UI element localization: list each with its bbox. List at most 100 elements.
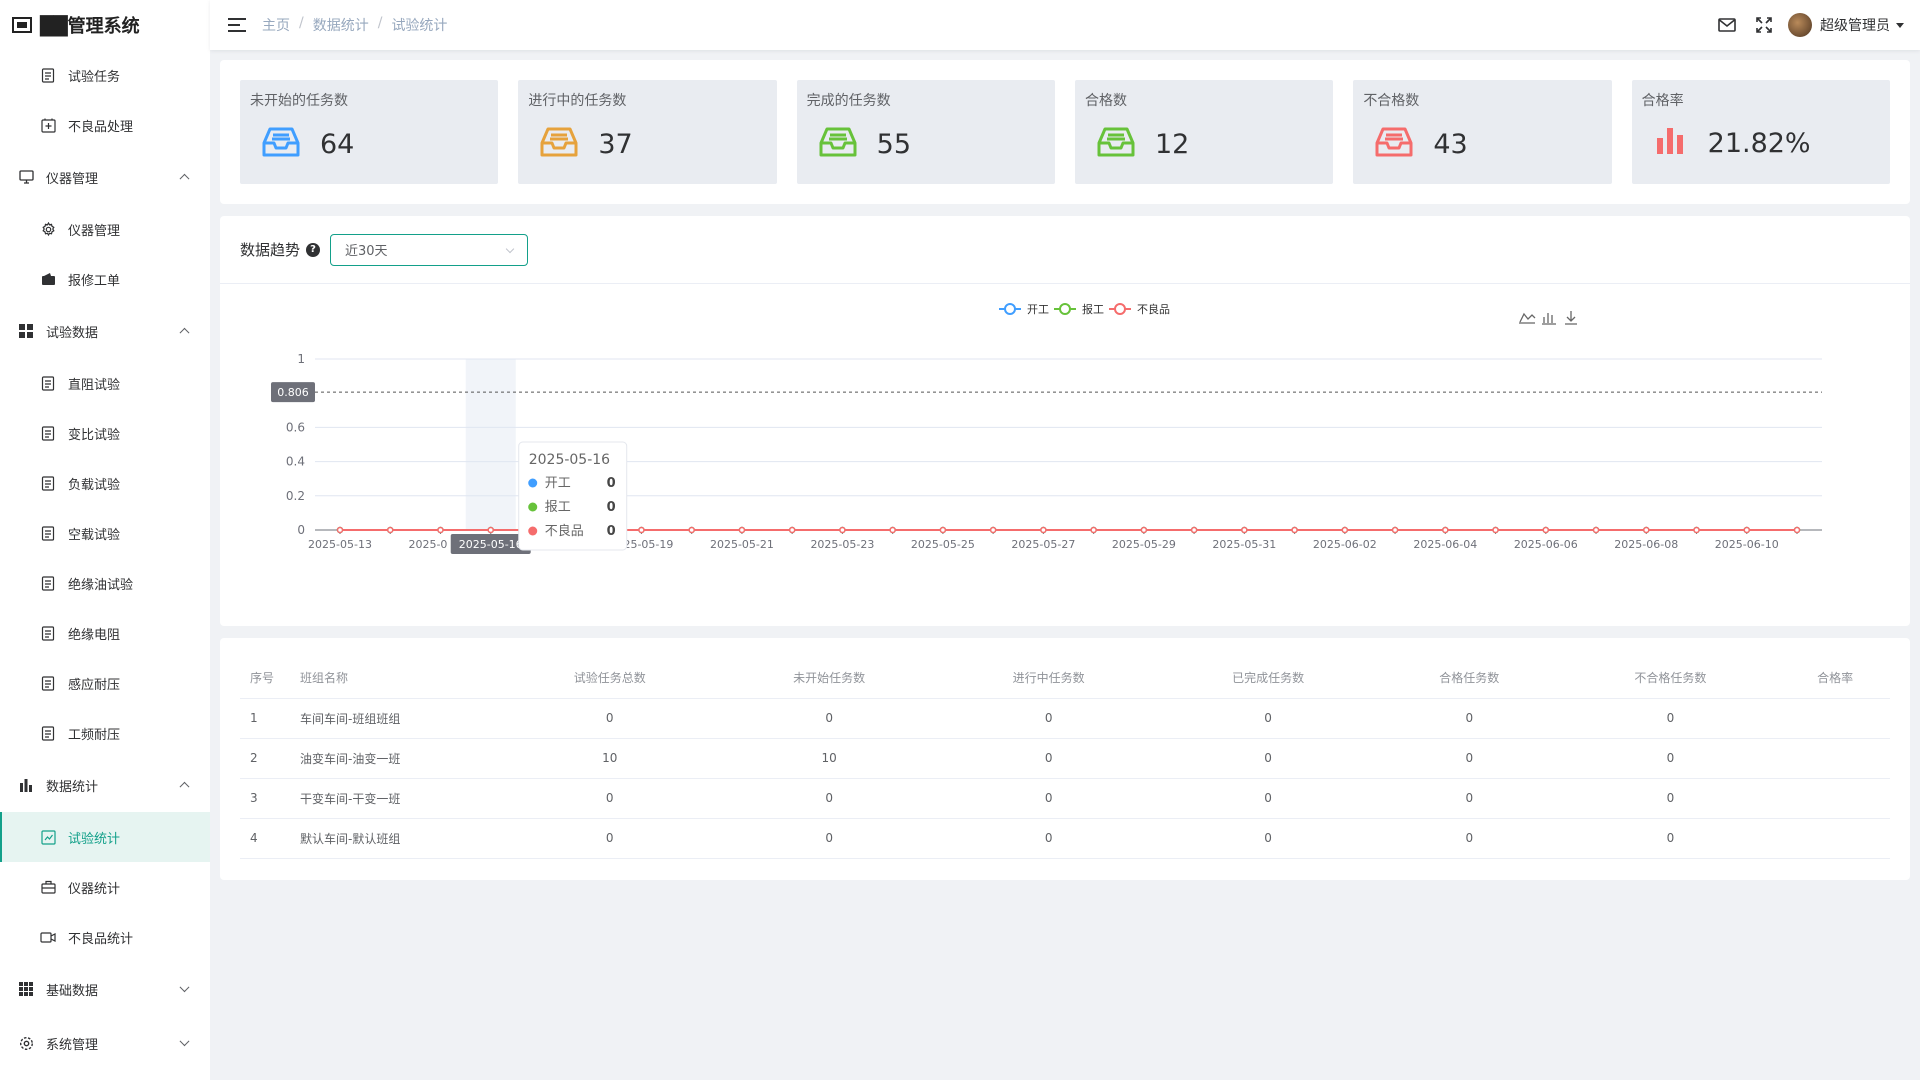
trend-toolbar: 数据趋势 ? 近30天 (220, 216, 1910, 284)
sidebar-item-11[interactable]: 绝缘电阻 (0, 608, 210, 658)
column-header: 已完成任务数 (1158, 658, 1378, 699)
document-icon (40, 475, 56, 491)
data-point[interactable] (989, 526, 997, 534)
data-point[interactable] (1442, 526, 1449, 534)
data-point[interactable] (1743, 526, 1751, 534)
table-row[interactable]: 2 油变车间-油变一班 10 10 0 0 0 0 (240, 738, 1890, 779)
x-tick-label: 2025-05-25 (911, 538, 975, 551)
data-point[interactable] (1492, 526, 1499, 534)
data-point[interactable] (1643, 526, 1650, 534)
top-header: 主页 / 数据统计 / 试验统计 超级管理员 (210, 0, 1920, 50)
legend-marker[interactable] (1004, 303, 1016, 315)
data-point[interactable] (1140, 526, 1148, 534)
table-row[interactable]: 1 车间车间-班组班组 0 0 0 0 0 0 (240, 698, 1890, 739)
data-point[interactable] (738, 526, 746, 534)
data-point[interactable] (788, 526, 796, 534)
menu-toggle-icon[interactable] (228, 18, 246, 32)
data-point[interactable] (1592, 526, 1600, 534)
sidebar-item-label: 数据统计 (46, 779, 99, 795)
data-point[interactable] (1291, 526, 1298, 534)
sidebar-item-12[interactable]: 感应耐压 (0, 658, 210, 708)
data-point[interactable] (336, 526, 344, 534)
sidebar-item-label: 试验数据 (46, 325, 99, 341)
data-point[interactable] (939, 526, 947, 534)
bar-chart-toggle-icon[interactable] (1542, 313, 1556, 325)
user-dropdown-icon[interactable] (1896, 22, 1904, 28)
column-header: 不合格任务数 (1560, 658, 1781, 699)
stat-card: 完成的任务数 55 (796, 80, 1055, 184)
user-name[interactable]: 超级管理员 (1820, 15, 1890, 35)
sidebar-item-18[interactable]: 基础数据 (0, 962, 210, 1016)
wallet-icon (40, 271, 56, 287)
sidebar-item-0[interactable]: 试验任务 (0, 50, 210, 100)
sidebar-item-10[interactable]: 绝缘油试验 (0, 558, 210, 608)
sidebar-item-5[interactable]: 试验数据 (0, 304, 210, 358)
data-point[interactable] (1241, 526, 1248, 534)
table-row[interactable]: 4 默认车间-默认班组 0 0 0 0 0 0 (240, 818, 1890, 859)
table-cell: 0 (500, 778, 720, 819)
sidebar-item-13[interactable]: 工频耐压 (0, 708, 210, 758)
column-header: 班组名称 (290, 658, 500, 699)
breadcrumb-home[interactable]: 主页 (262, 15, 290, 35)
settings-icon (18, 1035, 34, 1051)
column-header: 未开始任务数 (719, 658, 939, 699)
data-point[interactable] (839, 526, 846, 534)
avatar[interactable] (1788, 13, 1812, 37)
chevron-down-icon (505, 244, 515, 253)
data-point[interactable] (1693, 526, 1700, 534)
data-point[interactable] (1542, 526, 1550, 534)
table-row[interactable]: 3 干变车间-干变一班 0 0 0 0 0 0 (240, 778, 1890, 819)
sidebar-item-7[interactable]: 变比试验 (0, 408, 210, 458)
help-icon[interactable]: ? (306, 242, 321, 257)
mail-icon[interactable] (1718, 18, 1736, 32)
sidebar-item-label: 绝缘电阻 (68, 627, 121, 643)
data-point[interactable] (1090, 526, 1097, 534)
sidebar-item-6[interactable]: 直阻试验 (0, 358, 210, 408)
sidebar-item-4[interactable]: 报修工单 (0, 254, 210, 304)
table-cell: 10 (719, 738, 939, 779)
sidebar-item-19[interactable]: 系统管理 (0, 1016, 210, 1070)
table-cell: 2 (240, 738, 290, 779)
sidebar: ██管理系统 试验任务 不良品处理 仪器管理 仪器管理 报修工单 试验数据 直阻试验 变比试验… (0, 0, 210, 1080)
data-point[interactable] (1391, 526, 1399, 534)
table-cell: 0 (1377, 818, 1561, 859)
fullscreen-icon[interactable] (1756, 17, 1772, 33)
sidebar-item-16[interactable]: 仪器统计 (0, 862, 210, 912)
data-point[interactable] (487, 526, 494, 534)
data-point[interactable] (437, 526, 444, 534)
sidebar-item-3[interactable]: 仪器管理 (0, 204, 210, 254)
inbox-icon (262, 126, 320, 162)
data-point[interactable] (1190, 526, 1198, 534)
range-select-value: 近30天 (345, 244, 388, 259)
data-point[interactable] (638, 526, 645, 534)
column-header: 合格率 (1780, 658, 1890, 699)
line-chart-toggle-icon[interactable] (1519, 312, 1536, 324)
data-point[interactable] (1341, 526, 1349, 534)
sidebar-item-9[interactable]: 空载试验 (0, 508, 210, 558)
table-cell (1780, 698, 1890, 739)
table-cell: 0 (1560, 698, 1781, 739)
sidebar-item-15[interactable]: 试验统计 (0, 812, 210, 862)
table-cell: 油变车间-油变一班 (290, 738, 500, 779)
sidebar-item-14[interactable]: 数据统计 (0, 758, 210, 812)
data-point[interactable] (1040, 526, 1047, 534)
inbox-icon (540, 126, 598, 162)
data-point[interactable] (889, 526, 896, 534)
data-point[interactable] (1793, 526, 1801, 534)
stat-value: 43 (1433, 128, 1468, 160)
sidebar-item-label: 绝缘油试验 (68, 577, 134, 593)
breadcrumb-stats[interactable]: 数据统计 (313, 15, 369, 35)
camera-icon (40, 929, 56, 945)
sidebar-item-17[interactable]: 不良品统计 (0, 912, 210, 962)
legend-marker[interactable] (1059, 303, 1071, 315)
table-cell: 0 (1158, 778, 1378, 819)
sidebar-item-2[interactable]: 仪器管理 (0, 150, 210, 204)
range-select[interactable]: 近30天 (330, 233, 529, 266)
legend-marker[interactable] (1114, 303, 1126, 315)
sidebar-item-1[interactable]: 不良品处理 (0, 100, 210, 150)
sidebar-item-8[interactable]: 负载试验 (0, 458, 210, 508)
data-point[interactable] (386, 526, 394, 534)
data-point[interactable] (688, 526, 695, 534)
sidebar-item-label: 变比试验 (68, 427, 121, 443)
download-icon[interactable] (1565, 311, 1577, 325)
